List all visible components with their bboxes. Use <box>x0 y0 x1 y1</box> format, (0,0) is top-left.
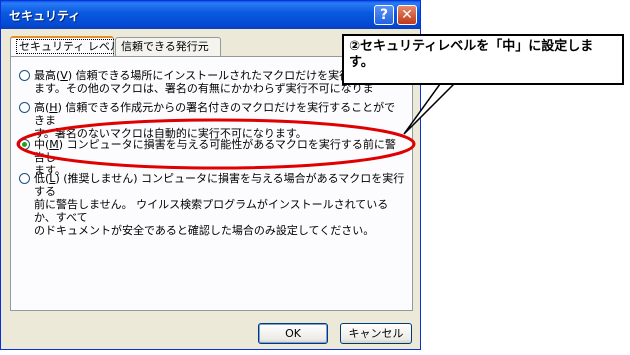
radio-high[interactable] <box>19 102 30 113</box>
option-low-accel: L <box>49 172 56 185</box>
close-button[interactable]: ✕ <box>397 5 417 25</box>
option-low-level: 低 <box>34 172 45 185</box>
option-medium-accel: M <box>49 138 59 151</box>
radio-medium[interactable] <box>19 139 30 150</box>
radio-very-high[interactable] <box>19 70 30 81</box>
title-bar[interactable]: セキュリティ ? ✕ <box>1 1 420 29</box>
option-medium-text: コンピュータに損害を与える可能性があるマクロを実行する前に警告し <box>34 138 396 164</box>
security-level-panel: 最高(V) 信頼できる場所にインストールされたマクロだけを実行す ます。その他の… <box>10 56 413 311</box>
help-button[interactable]: ? <box>374 5 394 25</box>
radio-low[interactable] <box>19 173 30 184</box>
option-very-high-text2: ます。その他のマクロは、署名の有無にかかわらず実行不可になりま <box>34 82 374 95</box>
option-very-high-accel: V <box>60 69 68 82</box>
option-very-high-text: 信頼できる場所にインストールされたマクロだけを実行す <box>75 69 362 82</box>
tab-security-level[interactable]: セキュリティ レベル <box>10 36 124 57</box>
option-low-text3: のドキュメントが安全であると確認した場合のみ設定してください。 <box>34 224 375 237</box>
option-high-accel: H <box>49 101 58 114</box>
option-very-high-level: 最高 <box>34 69 56 82</box>
ok-button[interactable]: OK <box>258 323 328 344</box>
option-low-extra: (推奨しません) <box>59 172 138 185</box>
callout-text: ②セキュリティレベルを「中」に設定します。 <box>349 39 594 70</box>
tab-trusted-publishers-label: 信頼できる発行元 <box>121 40 209 53</box>
option-low-text2: 前に警告しません。 ウイルス検索プログラムがインストールされているか、すべて <box>34 198 389 224</box>
instruction-callout: ②セキュリティレベルを「中」に設定します。 <box>342 34 624 85</box>
tab-security-level-label: セキュリティ レベル <box>16 39 124 54</box>
tab-trusted-publishers[interactable]: 信頼できる発行元 <box>115 37 221 56</box>
cancel-button[interactable]: キャンセル <box>340 323 412 344</box>
option-medium-level: 中 <box>34 138 45 151</box>
dialog-title: セキュリティ <box>9 9 81 23</box>
option-high-text: 信頼できる作成元からの署名付きのマクロだけを実行することができま <box>34 101 396 127</box>
option-high-level: 高 <box>34 101 45 114</box>
